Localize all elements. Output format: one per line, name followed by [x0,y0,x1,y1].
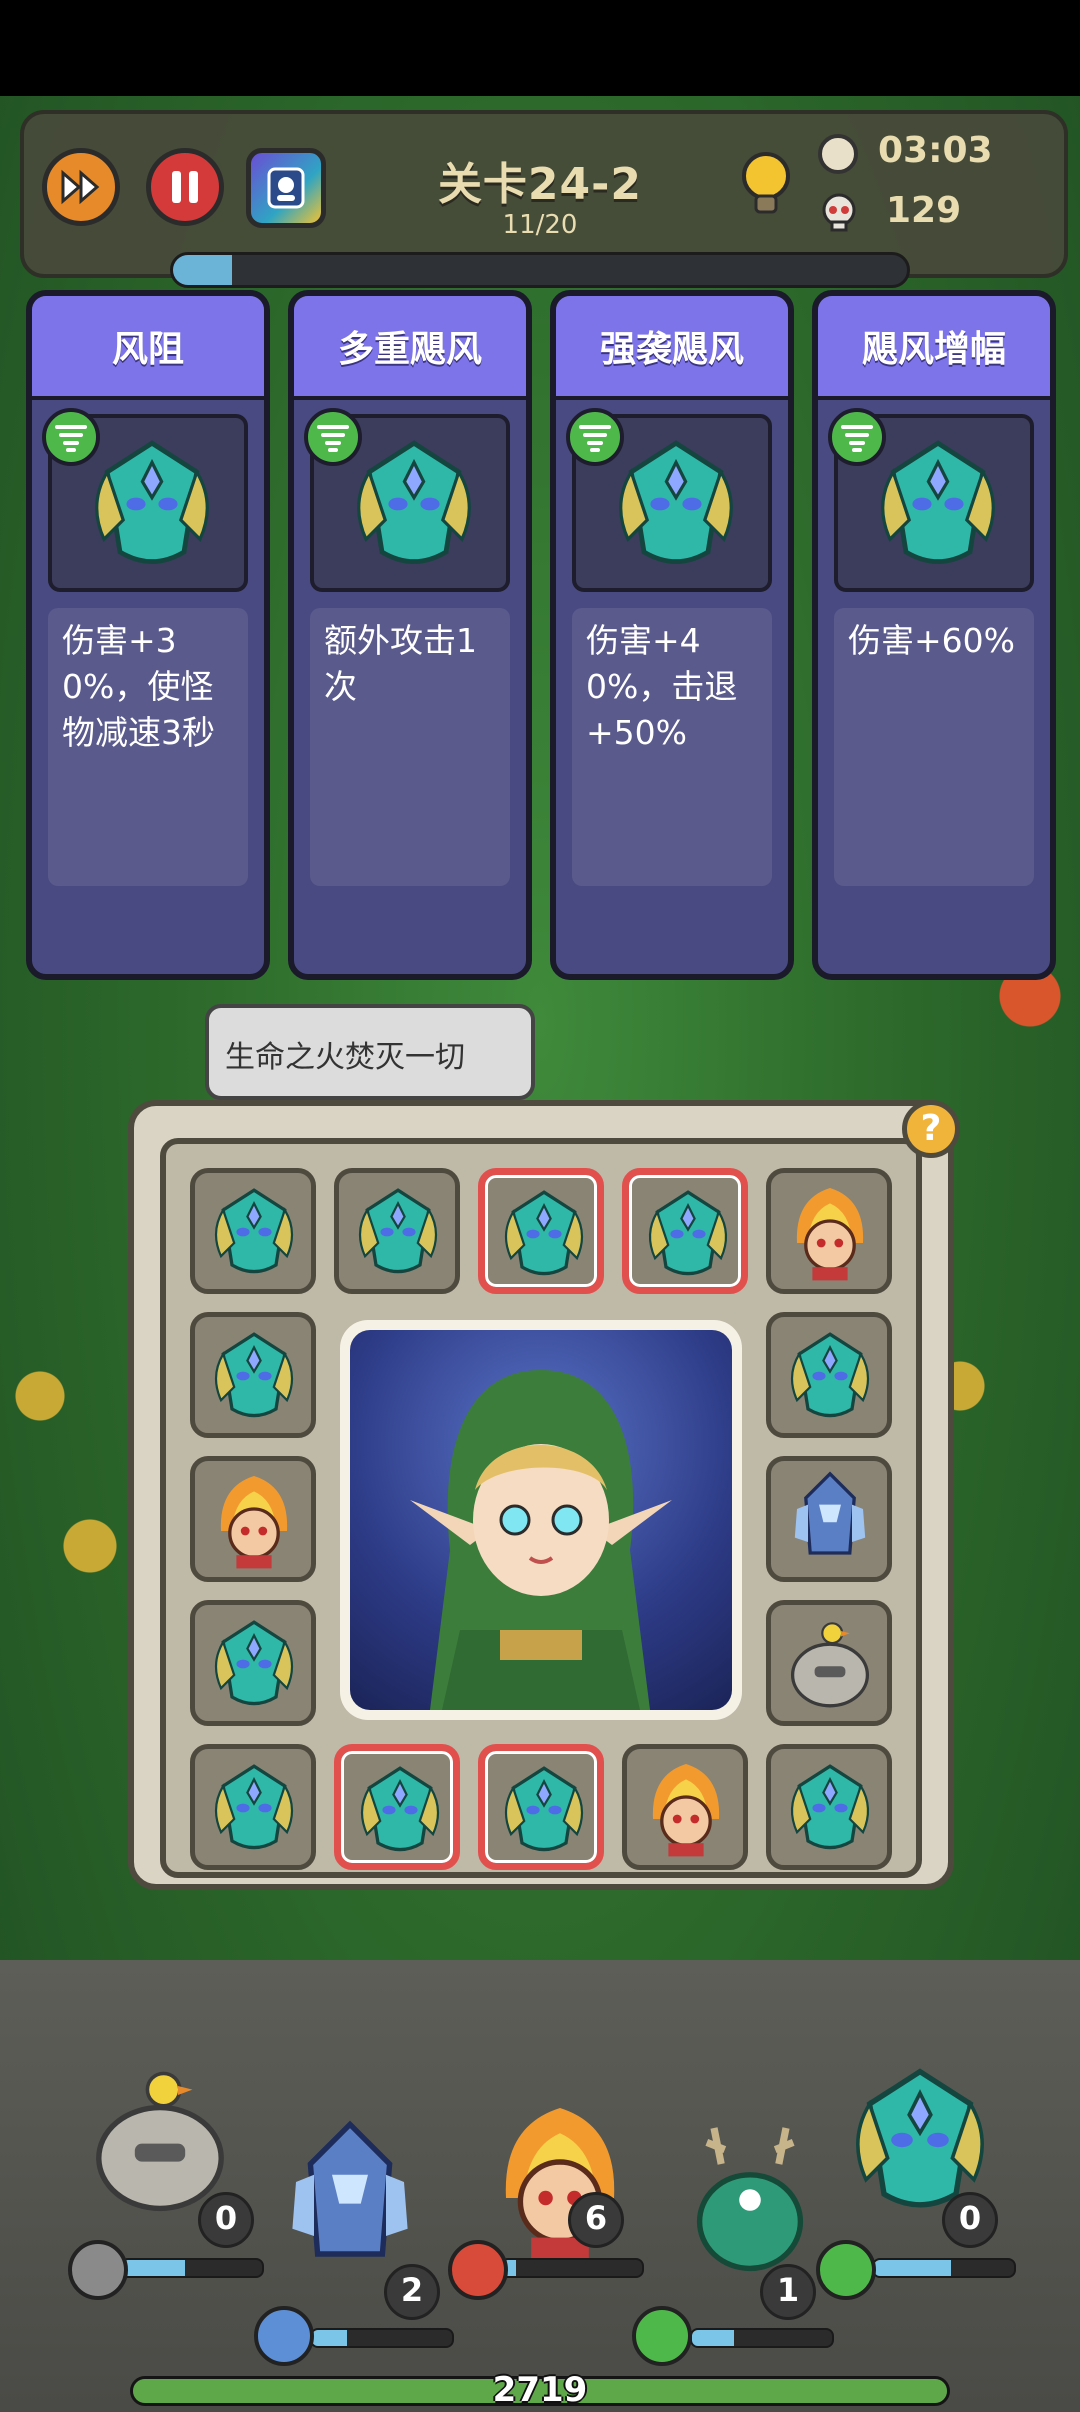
bench-unit-gem-icon [448,2240,508,2300]
skull-icon [822,193,856,232]
card-deck-button[interactable] [246,148,326,228]
bench-unit-progress [120,2258,264,2278]
upgrade-card[interactable]: 强袭飓风 伤害+40%，击退+50% [550,290,794,980]
card-element-badge [304,408,362,466]
timer: 03:03 [878,130,993,171]
upgrade-card-title: 强袭飓风 [556,296,788,400]
bench-unit-progress [310,2328,454,2348]
hero-portrait [340,1320,742,1720]
whirlwind-icon [841,425,873,452]
grid-tile-wind-spirit[interactable] [478,1168,604,1294]
grid-tile-wind-spirit[interactable] [766,1312,892,1438]
whirlwind-icon [317,425,349,452]
bench-unit-count: 0 [942,2192,998,2248]
upgrade-card-title: 风阻 [32,296,264,400]
wave-progress-fill [173,255,232,285]
grid-tile-wind-spirit[interactable] [190,1312,316,1438]
grid-tile-wind-spirit[interactable] [334,1744,460,1870]
grid-tile-wind-spirit[interactable] [190,1744,316,1870]
bench-unit-gem-icon [632,2306,692,2366]
clock-icon [818,134,858,174]
grid-tile-wind-spirit[interactable] [478,1744,604,1870]
card-element-badge [828,408,886,466]
pause-button[interactable] [146,148,224,226]
upgrade-card-title: 多重飓风 [294,296,526,400]
card-element-badge [566,408,624,466]
bench-unit-gem-icon [816,2240,876,2300]
card-deck-icon [267,167,305,209]
skill-tooltip: 生命之火焚灭一切 [205,1004,535,1100]
upgrade-card-description: 伤害+30%，使怪物减速3秒 [48,608,248,886]
upgrade-card[interactable]: 飓风增幅 伤害+60% [812,290,1056,980]
kill-count: 129 [886,190,962,231]
base-hp-value: 2719 [492,2370,588,2410]
wave-progress-bar [170,252,910,288]
bench-unit-count: 1 [760,2264,816,2320]
grid-tile-wind-spirit[interactable] [190,1600,316,1726]
fast-forward-icon [61,169,100,205]
whirlwind-icon [579,425,611,452]
bench-unit-progress [500,2258,644,2278]
elf-ranger-portrait [410,1370,672,1710]
grid-tile-fire-monkey[interactable] [622,1744,748,1870]
wave-counter: 11/20 [502,210,578,240]
grid-tile-fire-monkey[interactable] [766,1168,892,1294]
bench-unit-antler-bird[interactable] [660,2110,840,2294]
upgrade-card[interactable]: 风阻 伤害+30%，使怪物减速3秒 [26,290,270,980]
bench-unit-gem-icon [254,2306,314,2366]
upgrade-card[interactable]: 多重飓风 额外攻击1次 [288,290,532,980]
help-button[interactable]: ? [902,1100,960,1158]
grid-tile-ice-knight[interactable] [766,1456,892,1582]
bench-unit-count: 6 [568,2192,624,2248]
bench-unit-progress [872,2258,1016,2278]
grid-tile-stone-golem[interactable] [766,1600,892,1726]
bench-unit-progress [690,2328,834,2348]
grid-tile-wind-spirit[interactable] [190,1168,316,1294]
upgrade-card-description: 伤害+60% [834,608,1034,886]
status-bar [0,0,1080,96]
bench-unit-count: 2 [384,2264,440,2320]
bench-unit-count: 0 [198,2192,254,2248]
grid-tile-wind-spirit[interactable] [622,1168,748,1294]
fast-forward-button[interactable] [42,148,120,226]
bench-unit-gem-icon [68,2240,128,2300]
grid-tile-wind-spirit[interactable] [334,1168,460,1294]
level-title: 关卡24-2 [437,159,643,210]
lightbulb-icon[interactable] [738,150,794,222]
upgrade-card-description: 伤害+40%，击退+50% [572,608,772,886]
pause-icon [172,171,198,203]
grid-tile-fire-monkey[interactable] [190,1456,316,1582]
upgrade-card-description: 额外攻击1次 [310,608,510,886]
upgrade-card-title: 飓风增幅 [818,296,1050,400]
whirlwind-icon [55,425,87,452]
card-element-badge [42,408,100,466]
grid-tile-wind-spirit[interactable] [766,1744,892,1870]
